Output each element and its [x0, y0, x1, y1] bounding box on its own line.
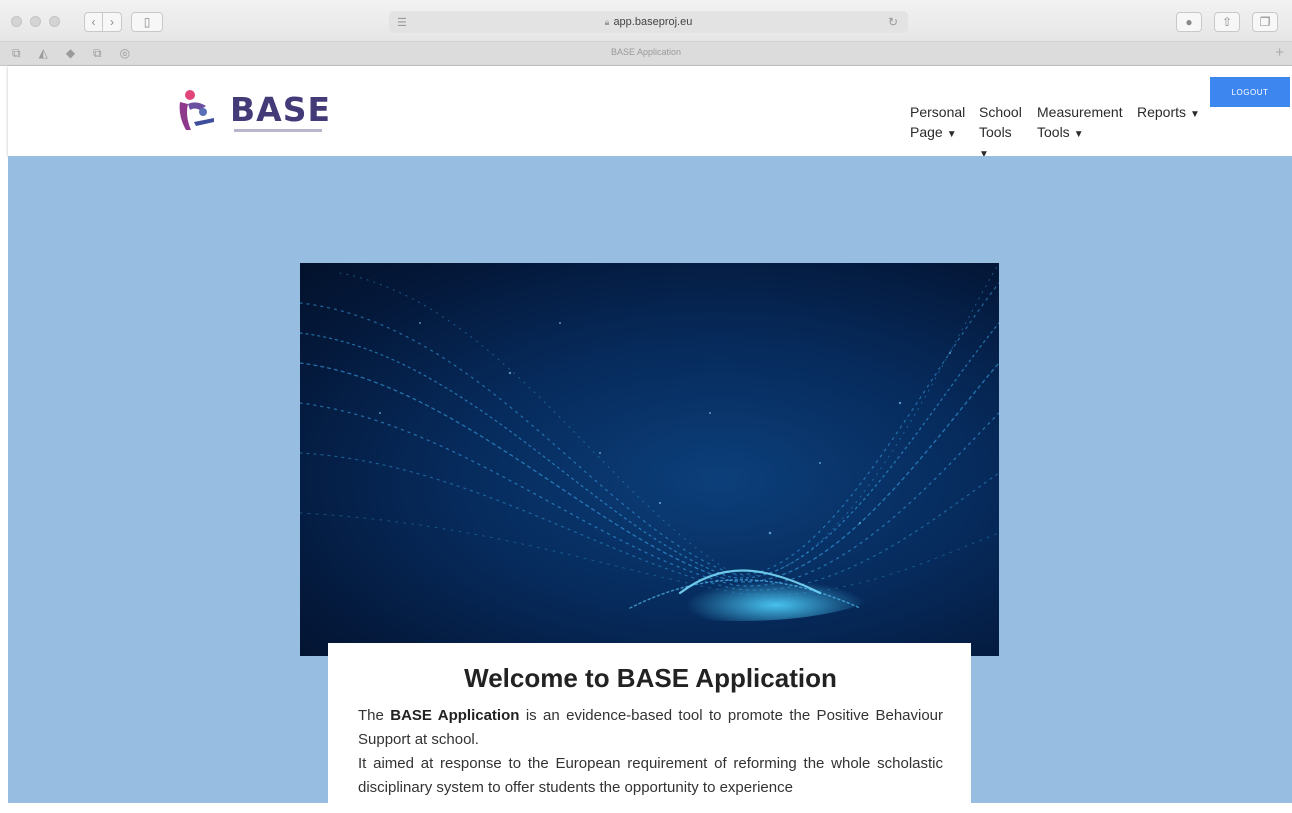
text: The	[358, 707, 391, 724]
downloads-button[interactable]: ●	[1176, 12, 1202, 32]
tabs-icon: ❐	[1259, 15, 1271, 29]
close-window-icon[interactable]	[11, 16, 22, 27]
nav-reports[interactable]: Reports ▼	[1137, 82, 1200, 125]
forward-button[interactable]: ›	[103, 12, 122, 32]
share-button[interactable]: ⇧	[1214, 12, 1240, 32]
minimize-window-icon[interactable]	[30, 16, 41, 27]
particle-wave-image	[300, 263, 999, 621]
welcome-card: Welcome to BASE Application The BASE App…	[328, 643, 971, 813]
new-tab-icon[interactable]: +	[1275, 44, 1284, 61]
welcome-paragraph-1: The BASE Application is an evidence-base…	[358, 704, 943, 752]
zoom-window-icon[interactable]	[49, 16, 60, 27]
hero-image	[300, 263, 999, 656]
url-text: app.baseproj.eu	[613, 16, 693, 28]
tab-bar: ⧉ ◭ ◆ ⧉ ◎ BASE Application +	[0, 42, 1292, 66]
toolbar-right-buttons: ● ⇧ ❐	[1176, 12, 1278, 32]
logout-button[interactable]: LOGOUT	[1210, 77, 1290, 107]
address-bar[interactable]: ☰ 🔒︎ app.baseproj.eu ↻	[389, 11, 908, 33]
back-button[interactable]: ‹	[84, 12, 103, 32]
history-buttons: ‹ ›	[84, 12, 122, 32]
welcome-paragraph-2: It aimed at response to the European req…	[358, 755, 943, 796]
tab-title[interactable]: BASE Application	[0, 47, 1292, 57]
caret-down-icon: ▼	[946, 129, 957, 140]
lock-icon: 🔒︎	[604, 16, 610, 27]
app-header: BASE Personal Page ▼ School Tools ▼ Measur…	[8, 66, 1292, 160]
nav-school-tools[interactable]: School Tools ▼	[979, 82, 1022, 165]
reader-icon[interactable]: ☰	[397, 16, 407, 29]
tabs-overview-button[interactable]: ❐	[1252, 12, 1278, 32]
nav-personal-page[interactable]: Personal Page ▼	[910, 82, 965, 145]
app-name-emphasis: BASE Application	[390, 707, 520, 724]
logo-text: BASE	[230, 89, 332, 129]
main-content: Welcome to BASE Application The BASE App…	[8, 156, 1292, 813]
logo-tagline	[234, 129, 322, 132]
download-icon: ●	[1185, 15, 1193, 29]
reload-icon[interactable]: ↻	[888, 15, 898, 29]
window-controls	[11, 16, 60, 27]
browser-toolbar: ‹ › ▯ ☰ 🔒︎ app.baseproj.eu ↻ ● ⇧ ❐	[0, 0, 1292, 42]
caret-down-icon: ▼	[1190, 109, 1200, 120]
caret-down-icon: ▼	[1073, 129, 1084, 140]
logo[interactable]: BASE	[176, 88, 331, 132]
nav-label: Reports	[1137, 104, 1187, 120]
sidebar-toggle-button[interactable]: ▯	[131, 12, 163, 32]
nav-label: Personal Page	[910, 104, 966, 140]
welcome-title: Welcome to BASE Application	[464, 663, 837, 693]
logo-figure-icon	[179, 90, 214, 130]
nav-measurement-tools[interactable]: Measurement Tools ▼	[1037, 82, 1123, 145]
sidebar-icon: ▯	[143, 15, 151, 29]
share-icon: ⇧	[1221, 15, 1233, 29]
nav-label: School Tools	[979, 104, 1022, 140]
